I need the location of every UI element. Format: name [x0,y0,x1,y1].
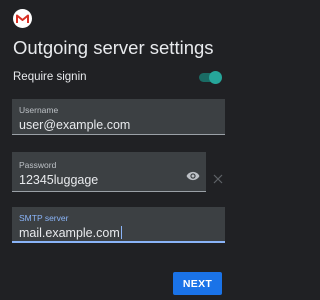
password-input[interactable]: 12345luggage [19,173,98,187]
page-title: Outgoing server settings [13,37,214,58]
username-field[interactable]: Username user@example.com [12,99,225,135]
eye-icon[interactable] [186,169,200,183]
password-label: Password [19,160,57,170]
smtp-server-value: mail.example.com [19,226,120,240]
smtp-server-label: SMTP server [19,213,69,223]
gmail-logo-icon [13,9,32,28]
require-signin-toggle[interactable] [199,70,222,85]
require-signin-label: Require signin [13,71,87,83]
username-input[interactable]: user@example.com [19,118,130,132]
smtp-server-input[interactable]: mail.example.com [19,226,122,240]
smtp-server-field[interactable]: SMTP server mail.example.com [12,207,225,243]
text-cursor [120,226,122,239]
username-label: Username [19,105,59,115]
clear-icon[interactable] [212,172,224,184]
next-button[interactable]: NEXT [173,272,222,295]
toggle-thumb [209,71,222,84]
password-field[interactable]: Password 12345luggage [12,152,206,192]
